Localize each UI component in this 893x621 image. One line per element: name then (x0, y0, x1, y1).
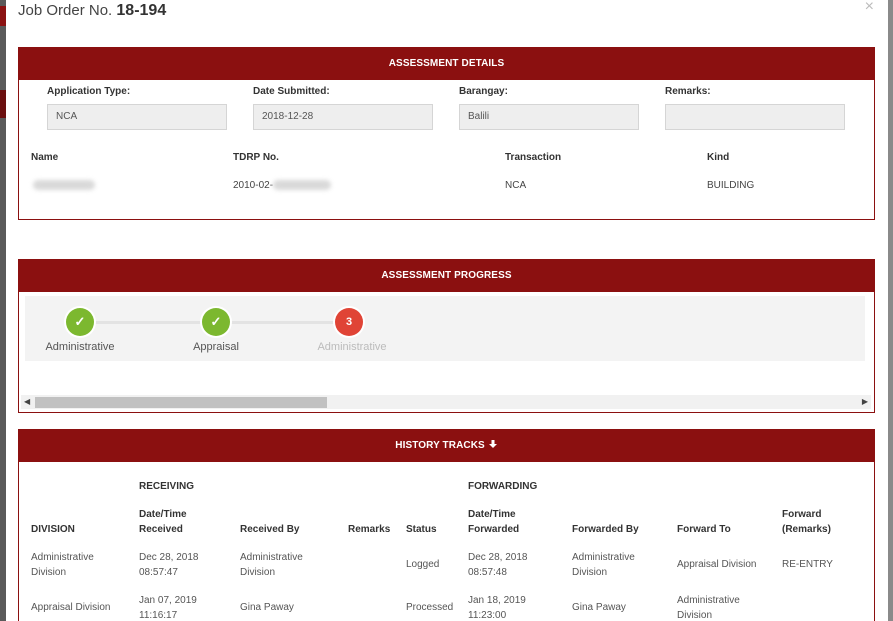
close-icon[interactable]: × (865, 0, 874, 16)
row-2-received-by: Gina Paway (240, 602, 294, 613)
step-1-label: Administrative (45, 341, 115, 353)
background-page-right (888, 0, 893, 621)
job-order-modal: Job Order No. 18-194 × ASSESSMENT DETAIL… (6, 0, 888, 621)
row-1-received-at: Dec 28, 2018 08:57:47 (139, 552, 199, 578)
row-1-forward-to: Appraisal Division (677, 559, 757, 570)
application-type-label: Application Type: (47, 86, 131, 97)
step-3-badge: 3 (335, 308, 363, 336)
step-1-check-icon: ✓ (66, 308, 94, 336)
scrollbar-thumb[interactable] (35, 397, 327, 408)
receiving-group-header: RECEIVING (139, 481, 195, 492)
kind-value: BUILDING (707, 180, 755, 191)
division-column-header: DIVISION (31, 524, 75, 535)
modal-title-prefix: Job Order No. (18, 2, 113, 19)
forward-remarks-column-header: Forward (Remarks) (782, 509, 831, 535)
step-2-check-icon: ✓ (202, 308, 230, 336)
step-3-label: Administrative (317, 341, 387, 353)
barangay-label: Barangay: (459, 86, 508, 97)
step-2-label: Appraisal (193, 341, 239, 353)
step-connector (221, 321, 351, 324)
date-submitted-field[interactable]: 2018-12-28 (253, 104, 433, 130)
job-order-number: 18-194 (116, 2, 167, 19)
row-2-status: Processed (406, 602, 454, 613)
forwarded-by-column-header: Forwarded By (572, 524, 639, 535)
transaction-value: NCA (505, 180, 527, 191)
scroll-left-arrow-icon[interactable]: ◀ (24, 395, 30, 409)
row-1-forwarded-at: Dec 28, 2018 08:57:48 (468, 552, 528, 578)
history-tracks-panel: HISTORY TRACKS RECEIVING FORWARDING DIVI… (18, 429, 875, 621)
forwarding-group-header: FORWARDING (468, 481, 538, 492)
row-2-forwarded-by: Gina Paway (572, 602, 626, 613)
forward-to-column-header: Forward To (677, 524, 731, 535)
status-column-header: Status (406, 524, 437, 535)
row-1-received-by: Administrative Division (240, 552, 303, 578)
scroll-right-arrow-icon[interactable]: ▶ (862, 395, 868, 409)
history-tracks-title: HISTORY TRACKS (395, 440, 485, 451)
remarks-field[interactable] (665, 104, 845, 130)
history-tracks-heading[interactable]: HISTORY TRACKS (19, 430, 874, 462)
barangay-field[interactable]: Balili (459, 104, 639, 130)
date-submitted-label: Date Submitted: (253, 86, 330, 97)
row-2-forwarded-at: Jan 18, 2019 11:23:00 (468, 595, 526, 621)
assessment-details-panel: ASSESSMENT DETAILS Application Type: NCA… (18, 47, 875, 220)
name-value (33, 180, 95, 191)
tdrp-value: 2010-02- (233, 180, 332, 191)
assessment-details-heading: ASSESSMENT DETAILS (19, 48, 874, 80)
transaction-column-header: Transaction (505, 152, 562, 163)
row-1-forwarded-by: Administrative Division (572, 552, 635, 578)
row-1-status: Logged (406, 559, 440, 570)
modal-title: Job Order No. 18-194 (18, 2, 166, 20)
kind-column-header: Kind (707, 152, 730, 163)
row-2-forward-to: Administrative Division (677, 595, 740, 621)
redacted-name (33, 180, 95, 191)
row-1-division: Administrative Division (31, 552, 94, 578)
row-2-division: Appraisal Division (31, 602, 111, 613)
redacted-tdrp (273, 180, 332, 191)
progress-stepper: ✓ Administrative ✓ Appraisal 3 Administr… (25, 296, 865, 361)
remarks-column-header: Remarks (348, 524, 391, 535)
row-1-forward-remarks: RE-ENTRY (782, 559, 833, 570)
forwarded-at-column-header: Date/Time Forwarded (468, 509, 520, 535)
assessment-progress-heading: ASSESSMENT PROGRESS (19, 260, 874, 292)
arrow-down-icon (488, 440, 497, 448)
assessment-progress-panel: ASSESSMENT PROGRESS ✓ Administrative ✓ A… (18, 259, 875, 413)
row-2-received-at: Jan 07, 2019 11:16:17 (139, 595, 197, 621)
horizontal-scrollbar[interactable]: ◀ ▶ (21, 395, 871, 409)
received-by-column-header: Received By (240, 524, 300, 535)
name-column-header: Name (31, 152, 59, 163)
received-at-column-header: Date/Time Received (139, 509, 187, 535)
remarks-label: Remarks: (665, 86, 711, 97)
application-type-field[interactable]: NCA (47, 104, 227, 130)
tdrp-column-header: TDRP No. (233, 152, 279, 163)
